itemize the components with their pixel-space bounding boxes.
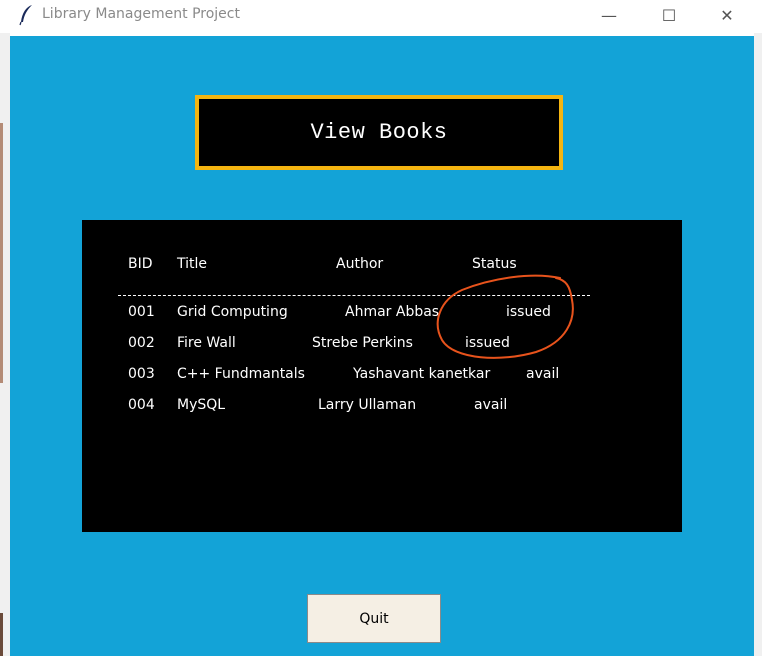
minimize-button[interactable]: —	[586, 0, 632, 30]
row-1-title: Grid Computing	[177, 304, 288, 320]
heading-frame: View Books	[195, 95, 563, 170]
row-2-author: Strebe Perkins	[312, 335, 413, 351]
row-4-bid: 004	[128, 397, 155, 413]
row-2-bid: 002	[128, 335, 155, 351]
minimize-icon: —	[601, 5, 617, 25]
row-4-author: Larry Ullaman	[318, 397, 417, 413]
row-1-author: Ahmar Abbas	[345, 304, 440, 320]
row-4-status: avail	[474, 397, 508, 413]
row-1-bid: 001	[128, 304, 155, 320]
row-4-title: MySQL	[177, 397, 226, 413]
close-button[interactable]: ✕	[704, 0, 750, 30]
window-title: Library Management Project	[42, 6, 240, 22]
header-status: Status	[472, 256, 517, 272]
left-window-edge	[0, 33, 10, 656]
quit-label: Quit	[359, 610, 389, 627]
feather-icon	[19, 5, 32, 26]
right-window-edge	[754, 33, 762, 656]
page-title: View Books	[310, 120, 448, 145]
row-2-title: Fire Wall	[177, 335, 236, 351]
header-bid: BID	[128, 256, 153, 272]
row-3-author: Yashavant kanetkar	[353, 366, 491, 382]
maximize-button[interactable]: ☐	[646, 0, 692, 30]
header-author: Author	[336, 256, 384, 272]
row-3-bid: 003	[128, 366, 155, 382]
quit-button[interactable]: Quit	[307, 594, 441, 643]
annotation-circle	[436, 274, 574, 359]
row-3-status: avail	[526, 366, 560, 382]
header-title: Title	[177, 256, 208, 272]
close-icon: ✕	[720, 5, 734, 25]
row-3-title: C++ Fundmantals	[177, 366, 305, 382]
window-titlebar[interactable]: Library Management Project — ☐ ✕	[0, 0, 762, 33]
maximize-icon: ☐	[661, 5, 677, 25]
